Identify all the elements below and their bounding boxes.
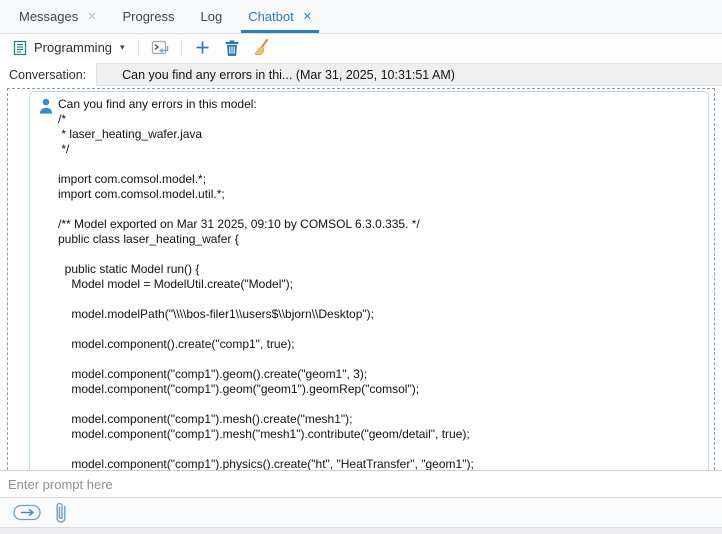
code-line xyxy=(58,442,708,457)
code-line xyxy=(58,247,708,262)
toolbar-separator xyxy=(138,39,139,56)
chat-history-panel: Can you find any errors in this model:/*… xyxy=(7,88,715,470)
code-line xyxy=(58,292,708,307)
code-line: /** Model exported on Mar 31 2025, 09:10… xyxy=(58,217,708,232)
attach-file-button[interactable] xyxy=(54,501,68,525)
code-line: model.modelPath("\\\\bos-filer1\\users$\… xyxy=(58,307,708,322)
code-line: model.component("comp1").mesh().create("… xyxy=(58,412,708,427)
plus-icon xyxy=(195,40,210,55)
chevron-down-icon: ▾ xyxy=(120,42,125,53)
script-icon xyxy=(12,40,28,56)
programming-dropdown-label: Programming xyxy=(34,40,112,55)
close-icon[interactable]: ✕ xyxy=(87,12,96,23)
prompt-row xyxy=(0,470,722,497)
programming-dropdown[interactable]: Programming ▾ xyxy=(9,38,128,58)
code-line: public static Model run() { xyxy=(58,262,708,277)
code-line: model.component().create("comp1", true); xyxy=(58,337,708,352)
code-line: Model model = ModelUtil.create("Model"); xyxy=(58,277,708,292)
close-icon[interactable]: ✕ xyxy=(303,12,312,23)
code-line: * laser_heating_wafer.java xyxy=(58,127,708,142)
code-line: import com.comsol.model.util.*; xyxy=(58,187,708,202)
delete-conversation-button[interactable] xyxy=(221,37,243,59)
prompt-actions xyxy=(0,497,722,527)
code-line: model.component("comp1").geom("geom1").g… xyxy=(58,382,708,397)
chatbot-toolbar: Programming ▾ xyxy=(0,34,722,61)
console-arrow-icon xyxy=(151,40,169,56)
code-line xyxy=(58,352,708,367)
clear-conversation-button[interactable] xyxy=(250,37,272,59)
tab-label: Log xyxy=(201,9,223,24)
tab-log[interactable]: Log xyxy=(188,0,236,33)
code-line: model.component("comp1").physics().creat… xyxy=(58,457,708,470)
trash-icon xyxy=(225,40,239,56)
tab-label: Chatbot xyxy=(248,9,294,24)
message-text: Can you find any errors in this model:/*… xyxy=(58,92,708,470)
bottom-strip xyxy=(0,527,722,534)
tab-chatbot[interactable]: Chatbot ✕ xyxy=(235,0,325,33)
toolbar-separator xyxy=(181,39,182,56)
tab-messages[interactable]: Messages ✕ xyxy=(6,0,109,33)
code-line: public class laser_heating_wafer { xyxy=(58,232,708,247)
prompt-input[interactable] xyxy=(0,471,722,497)
code-line: model.component("comp1").geom().create("… xyxy=(58,367,708,382)
user-message: Can you find any errors in this model:/*… xyxy=(29,91,709,470)
code-line xyxy=(58,397,708,412)
tab-progress[interactable]: Progress xyxy=(109,0,187,33)
code-line: import com.comsol.model.*; xyxy=(58,172,708,187)
tab-bar: Messages ✕ Progress Log Chatbot ✕ xyxy=(0,0,722,34)
code-line xyxy=(58,202,708,217)
code-line: Can you find any errors in this model: xyxy=(58,97,708,112)
code-line: model.component("comp1").mesh("mesh1").c… xyxy=(58,427,708,442)
insert-to-editor-button[interactable] xyxy=(149,37,171,59)
conversation-select[interactable]: Can you find any errors in thi... (Mar 3… xyxy=(96,63,722,86)
tab-label: Progress xyxy=(122,9,174,24)
code-line xyxy=(58,157,708,172)
new-conversation-button[interactable] xyxy=(192,37,214,59)
code-line xyxy=(58,322,708,337)
conversation-label: Conversation: xyxy=(0,68,96,82)
conversation-row: Conversation: Can you find any errors in… xyxy=(0,61,722,88)
conversation-selected-value: Can you find any errors in thi... (Mar 3… xyxy=(122,68,455,82)
user-avatar-icon xyxy=(38,98,54,114)
tab-label: Messages xyxy=(19,9,78,24)
code-line: /* xyxy=(58,112,708,127)
broom-icon xyxy=(253,39,269,56)
send-button[interactable] xyxy=(13,504,41,521)
code-line: */ xyxy=(58,142,708,157)
